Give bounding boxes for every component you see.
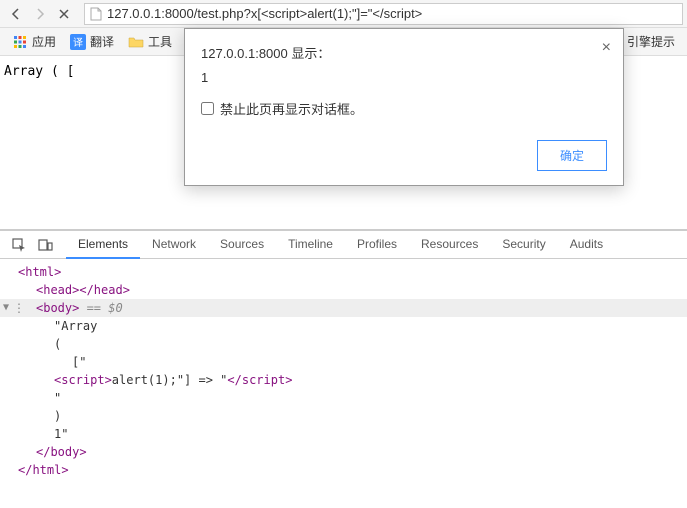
element-text[interactable]: " bbox=[0, 389, 687, 407]
tab-network[interactable]: Network bbox=[140, 231, 208, 259]
dialog-header: 127.0.0.1:8000 显示： × bbox=[185, 29, 623, 70]
ok-button[interactable]: 确定 bbox=[537, 140, 607, 171]
element-node[interactable]: <script>alert(1);"] => "</script> bbox=[0, 371, 687, 389]
element-node[interactable]: <head></head> bbox=[0, 281, 687, 299]
tab-profiles[interactable]: Profiles bbox=[345, 231, 409, 259]
url-text: 127.0.0.1:8000/test.php?x[<script>alert(… bbox=[107, 6, 422, 21]
bookmark-translate[interactable]: 译 翻译 bbox=[66, 31, 118, 52]
element-text[interactable]: "Array bbox=[0, 317, 687, 335]
dialog-title: 127.0.0.1:8000 显示： bbox=[201, 46, 330, 61]
suppress-checkbox[interactable] bbox=[201, 102, 214, 115]
inspect-icon[interactable] bbox=[6, 232, 32, 258]
url-bar[interactable]: 127.0.0.1:8000/test.php?x[<script>alert(… bbox=[84, 3, 683, 25]
page-text: Array ( [ bbox=[4, 64, 74, 79]
browser-toolbar: 127.0.0.1:8000/test.php?x[<script>alert(… bbox=[0, 0, 687, 28]
devtools-elements-tree[interactable]: <html> <head></head> ▼⋮<body> == $0 "Arr… bbox=[0, 259, 687, 483]
page-icon bbox=[89, 7, 103, 21]
bookmark-tools[interactable]: 工具 bbox=[124, 31, 176, 52]
translate-icon: 译 bbox=[70, 34, 86, 50]
tab-resources[interactable]: Resources bbox=[409, 231, 490, 259]
stop-button[interactable] bbox=[52, 2, 76, 26]
alert-dialog: 127.0.0.1:8000 显示： × 1 禁止此页再显示对话框。 确定 bbox=[184, 28, 624, 186]
element-node-selected[interactable]: ▼⋮<body> == $0 bbox=[0, 299, 687, 317]
device-icon[interactable] bbox=[32, 232, 58, 258]
dots-icon: ⋮ bbox=[13, 299, 25, 317]
tab-security[interactable]: Security bbox=[490, 231, 557, 259]
element-text[interactable]: ) bbox=[0, 407, 687, 425]
dialog-message: 1 bbox=[201, 70, 607, 85]
dialog-body: 1 禁止此页再显示对话框。 bbox=[185, 70, 623, 130]
back-button[interactable] bbox=[4, 2, 28, 26]
element-text[interactable]: [" bbox=[0, 353, 687, 371]
dialog-footer: 确定 bbox=[185, 130, 623, 185]
bookmark-label: 应用 bbox=[32, 33, 56, 50]
element-text[interactable]: 1" bbox=[0, 425, 687, 443]
folder-icon bbox=[128, 34, 144, 50]
bookmark-label: 翻译 bbox=[90, 33, 114, 50]
devtools-panel: Elements Network Sources Timeline Profil… bbox=[0, 229, 687, 508]
element-node[interactable]: </body> bbox=[0, 443, 687, 461]
devtools-tabs: Elements Network Sources Timeline Profil… bbox=[66, 231, 615, 259]
bookmark-label: 工具 bbox=[148, 33, 172, 50]
suppress-label: 禁止此页再显示对话框。 bbox=[220, 99, 363, 118]
forward-button[interactable] bbox=[28, 2, 52, 26]
apps-icon bbox=[12, 34, 28, 50]
tab-audits[interactable]: Audits bbox=[558, 231, 615, 259]
devtools-toolbar: Elements Network Sources Timeline Profil… bbox=[0, 231, 687, 259]
bookmark-truncated[interactable]: 引擎提示 bbox=[623, 31, 679, 52]
caret-down-icon[interactable]: ▼ bbox=[3, 299, 9, 317]
tab-elements[interactable]: Elements bbox=[66, 231, 140, 259]
bookmark-apps[interactable]: 应用 bbox=[8, 31, 60, 52]
close-icon[interactable]: × bbox=[602, 39, 611, 57]
element-node[interactable]: <html> bbox=[0, 263, 687, 281]
bookmark-label: 引擎提示 bbox=[627, 33, 675, 50]
tab-timeline[interactable]: Timeline bbox=[276, 231, 345, 259]
element-text[interactable]: ( bbox=[0, 335, 687, 353]
tab-sources[interactable]: Sources bbox=[208, 231, 276, 259]
suppress-checkbox-row[interactable]: 禁止此页再显示对话框。 bbox=[201, 99, 607, 118]
element-node[interactable]: </html> bbox=[0, 461, 687, 479]
